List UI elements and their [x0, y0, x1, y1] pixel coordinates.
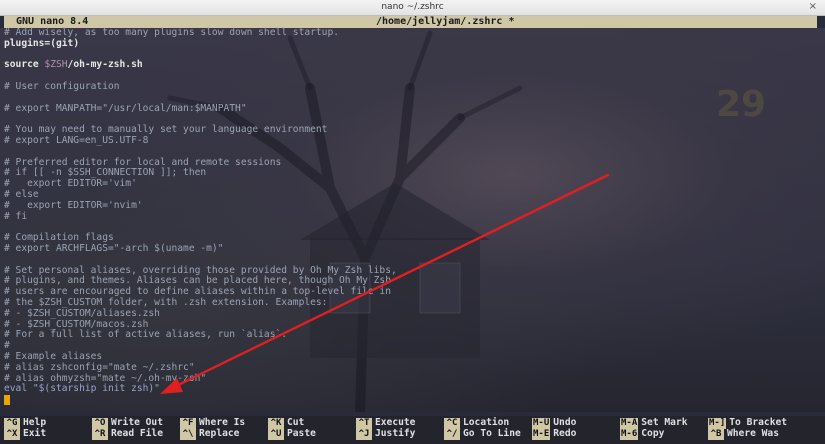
editor-token: source [4, 59, 45, 71]
shortcut-key: M-6 [620, 429, 639, 440]
close-icon[interactable]: × [809, 1, 817, 12]
shortcut-label: Go To Line [463, 428, 521, 439]
shortcut-label: To Bracket [729, 417, 788, 428]
editor-line-text: eval "$(starship init zsh)" [4, 383, 160, 395]
editor-line[interactable]: # For a full list of active aliases, run… [4, 329, 397, 341]
editor-line-text: # fi [4, 210, 28, 222]
shortcut-label: Replace [199, 428, 240, 439]
shortcut-key: ^J [356, 429, 372, 440]
shortcut-copy[interactable]: M-6 Copy [620, 428, 664, 440]
editor-line[interactable]: source $ZSH/oh-my-zsh.sh [4, 59, 397, 71]
editor-line-text: # Preferred editor for local and remote … [4, 156, 282, 168]
shortcut-key: ^U [268, 429, 284, 440]
editor-line[interactable]: # export LANG=en_US.UTF-8 [4, 134, 397, 147]
shortcut-key: M-E [532, 429, 551, 440]
shortcut-label: Help [23, 417, 47, 428]
editor-line-text: # users are encouraged to define aliases… [4, 286, 391, 298]
shortcut-where-was[interactable]: ^B Where Was [708, 428, 779, 440]
editor-line-text: # export MANPATH="/usr/local/man:$MANPAT… [4, 102, 247, 114]
editor-token: /oh-my-zsh.sh [67, 59, 143, 71]
shortcut-label: Write Out [111, 417, 163, 428]
shortcut-label: Execute [375, 417, 416, 428]
shortcut-key: ^/ [444, 429, 460, 440]
shortcut-paste[interactable]: ^U Paste [268, 428, 316, 440]
shortcut-label: Exit [23, 428, 47, 439]
editor-line-text: # plugins, and themes. Aliases can be pl… [4, 275, 391, 287]
shortcut-key: ^X [4, 429, 20, 440]
editor-text[interactable]: # Add wisely, as too many plugins slow d… [4, 27, 397, 406]
shortcut-key: ^\ [180, 429, 196, 440]
editor-line-text: # You may need to manually set your lang… [4, 124, 328, 136]
editor-line-text: # [4, 340, 10, 352]
shortcut-label: Copy [641, 428, 665, 439]
editor-line[interactable]: # export ARCHFLAGS="-arch $(uname -m)" [4, 242, 397, 255]
editor-token: git [55, 37, 74, 49]
background-sign-decoration: 29 [716, 84, 767, 125]
editor-line-text: # alias ohmyzsh="mate ~/.oh-my-zsh" [4, 372, 207, 384]
editor-line[interactable]: # export EDITOR='nvim' [4, 199, 397, 212]
shortcut-label: Read File [111, 428, 163, 439]
shortcut-label: Where Is [199, 417, 246, 428]
editor-line-text: # User configuration [4, 80, 120, 92]
editor-line-text: # export EDITOR='vim' [4, 178, 137, 190]
nano-version: GNU nano 8.4 [16, 16, 89, 27]
editor-line-text: # - $ZSH_CUSTOM/macos.zsh [4, 318, 149, 330]
editor-line[interactable]: plugins=(git) [4, 37, 397, 50]
editor-line-text: # alias zshconfig="mate ~/.zshrc" [4, 361, 195, 373]
shortcut-label: Paste [287, 428, 316, 439]
editor-line-text: # export LANG=en_US.UTF-8 [4, 134, 149, 146]
shortcut-exit[interactable]: ^X Exit [4, 428, 46, 440]
shortcut-label: Cut [287, 417, 305, 428]
editor-line-text: # Compilation flags [4, 232, 114, 244]
editor-token: plugins=( [4, 37, 56, 49]
shortcut-label: Where Was [727, 428, 779, 439]
editor-line[interactable] [4, 395, 397, 406]
editor-line[interactable]: # export EDITOR='vim' [4, 178, 397, 190]
nano-filename: /home/jellyjam/.zshrc * [376, 16, 515, 27]
shortcut-justify[interactable]: ^J Justify [356, 428, 415, 440]
window-title: nano ~/.zshrc [381, 2, 444, 12]
nano-shortcut-bar: ^G Help ^X Exit ^O Write Out ^R Read File ^F Wher… [0, 416, 825, 444]
shortcut-go-to-line[interactable]: ^/Go To Line [444, 428, 521, 440]
shortcut-label: Redo [553, 428, 577, 439]
editor-line[interactable]: # User configuration [4, 80, 397, 93]
shortcut-redo[interactable]: M-E Redo [532, 428, 576, 440]
window-titlebar[interactable]: nano ~/.zshrc × [0, 0, 825, 16]
editor-line-text: # else [4, 188, 39, 200]
editor-line-text: # Set personal aliases, overriding those… [4, 264, 397, 276]
editor-line-text: # - $ZSH_CUSTOM/aliases.zsh [4, 307, 160, 319]
editor-line[interactable]: # export MANPATH="/usr/local/man:$MANPAT… [4, 102, 397, 115]
editor-line-text: # if [[ -n $SSH_CONNECTION ]]; then [4, 167, 207, 179]
editor-line[interactable]: # fi [4, 210, 397, 223]
editor-line-text: # For a full list of active aliases, run… [4, 329, 288, 341]
editor-token: $ZSH [44, 59, 68, 71]
shortcut-read-file[interactable]: ^R Read File [92, 428, 163, 440]
editor-line-text: # export EDITOR='nvim' [4, 199, 143, 211]
shortcut-replace[interactable]: ^\ Replace [180, 428, 239, 440]
shortcut-label: Location [463, 417, 510, 428]
editor-line-text: # Example aliases [4, 350, 103, 362]
editor-line-text: # the $ZSH_CUSTOM folder, with .zsh exte… [4, 296, 328, 308]
shortcut-key: ^R [92, 429, 108, 440]
editor-line-text: # Add wisely, as too many plugins slow d… [4, 27, 340, 38]
terminal-editor-area[interactable]: 29 # Add wisely, as too many plugins slo… [0, 27, 825, 412]
shortcut-key: ^B [708, 429, 724, 440]
text-cursor [4, 395, 10, 406]
shortcut-label: Undo [553, 417, 577, 428]
shortcut-label: Set Mark [641, 417, 688, 428]
editor-token: ) [73, 37, 80, 49]
shortcut-label: Justify [375, 428, 416, 439]
editor-line[interactable]: eval "$(starship init zsh)" [4, 383, 397, 395]
editor-line-text: # export ARCHFLAGS="-arch $(uname -m)" [4, 242, 224, 254]
